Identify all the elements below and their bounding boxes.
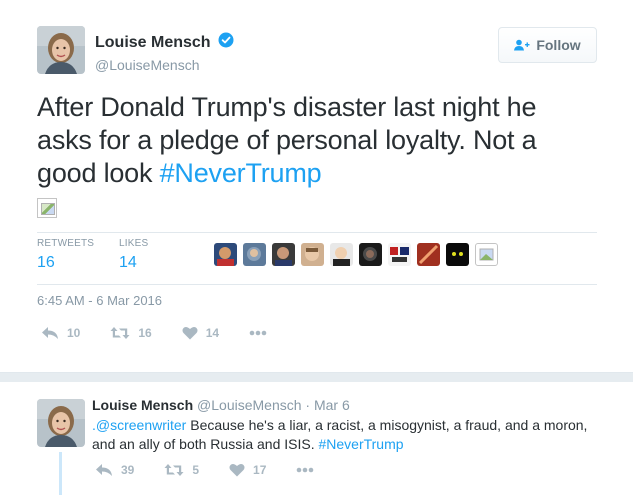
divider bbox=[37, 284, 597, 285]
follow-person-plus-icon bbox=[514, 39, 530, 51]
hashtag-link[interactable]: #NeverTrump bbox=[160, 158, 322, 188]
author-name-block: Louise Mensch @LouiseMensch bbox=[95, 32, 234, 73]
heart-icon bbox=[229, 463, 245, 477]
likes-value: 14 bbox=[119, 254, 137, 271]
reply-author-avatar[interactable] bbox=[37, 399, 85, 447]
divider bbox=[37, 232, 597, 233]
reply-author-name[interactable]: Louise Mensch bbox=[92, 397, 193, 413]
retweets-value: 16 bbox=[37, 254, 55, 271]
retweet-icon bbox=[110, 327, 130, 339]
reply-arrow-icon bbox=[96, 464, 112, 476]
reply-separator: · bbox=[301, 397, 314, 413]
reply-actions: 39 5 17 bbox=[95, 463, 352, 477]
like-count: 14 bbox=[205, 326, 220, 340]
reply-reply-button[interactable]: 39 bbox=[95, 463, 134, 477]
reply-date[interactable]: Mar 6 bbox=[314, 397, 350, 413]
follow-button[interactable]: Follow bbox=[498, 27, 597, 63]
retweets-stat[interactable]: RETWEETS 16 bbox=[37, 238, 94, 272]
liker-avatar[interactable] bbox=[301, 243, 324, 266]
author-screen-name[interactable]: @LouiseMensch bbox=[95, 57, 234, 73]
main-tweet: Louise Mensch @LouiseMensch Follow After… bbox=[0, 0, 633, 372]
retweet-count: 16 bbox=[138, 326, 152, 340]
more-dots-icon bbox=[297, 467, 314, 473]
follow-button-label: Follow bbox=[536, 37, 581, 53]
reply-hashtag-link[interactable]: #NeverTrump bbox=[318, 436, 403, 452]
liker-avatars bbox=[214, 243, 504, 266]
reply-screen-name[interactable]: @LouiseMensch bbox=[197, 397, 302, 413]
section-divider bbox=[0, 372, 633, 382]
liker-avatar[interactable] bbox=[243, 243, 266, 266]
heart-icon bbox=[182, 326, 198, 340]
reply-more-button[interactable] bbox=[296, 467, 322, 473]
verified-badge-icon bbox=[218, 32, 234, 53]
retweets-label: RETWEETS bbox=[37, 238, 95, 249]
liker-avatar[interactable] bbox=[388, 243, 411, 266]
reply-text: .@screenwriter Because he's a liar, a ra… bbox=[92, 416, 612, 454]
tweet-text: After Donald Trump's disaster last night… bbox=[37, 91, 597, 190]
likes-label: LIKES bbox=[119, 238, 149, 249]
broken-image-icon[interactable] bbox=[37, 198, 57, 218]
reply-button[interactable]: 10 bbox=[41, 326, 80, 340]
broken-image-icon[interactable] bbox=[475, 243, 498, 266]
likes-stat[interactable]: LIKES 14 bbox=[119, 238, 148, 272]
reply-retweet-count: 5 bbox=[192, 463, 200, 477]
liker-avatar[interactable] bbox=[446, 243, 469, 266]
reply-tweet[interactable]: Louise Mensch @LouiseMensch · Mar 6 .@sc… bbox=[0, 382, 633, 495]
reply-retweet-button[interactable]: 5 bbox=[164, 463, 199, 477]
reply-like-button[interactable]: 17 bbox=[229, 463, 266, 477]
liker-avatar[interactable] bbox=[359, 243, 382, 266]
author-avatar[interactable] bbox=[37, 26, 85, 74]
more-dots-icon bbox=[249, 330, 267, 336]
retweet-icon bbox=[164, 464, 184, 476]
tweet-actions: 10 16 14 bbox=[41, 326, 305, 340]
reply-arrow-icon bbox=[42, 327, 58, 339]
reply-like-count: 17 bbox=[253, 463, 267, 477]
tweet-timestamp[interactable]: 6:45 AM - 6 Mar 2016 bbox=[37, 293, 162, 308]
reply-reply-count: 39 bbox=[121, 463, 135, 477]
like-button[interactable]: 14 bbox=[182, 326, 219, 340]
mention-link[interactable]: .@screenwriter bbox=[92, 417, 186, 433]
liker-avatar[interactable] bbox=[330, 243, 353, 266]
retweet-button[interactable]: 16 bbox=[110, 326, 152, 340]
author-name[interactable]: Louise Mensch bbox=[95, 34, 211, 52]
reply-header: Louise Mensch @LouiseMensch · Mar 6 bbox=[92, 397, 350, 413]
reply-count: 10 bbox=[67, 326, 81, 340]
thread-line bbox=[59, 452, 62, 495]
liker-avatar[interactable] bbox=[417, 243, 440, 266]
liker-avatar[interactable] bbox=[272, 243, 295, 266]
liker-avatar[interactable] bbox=[214, 243, 237, 266]
more-button[interactable] bbox=[249, 330, 275, 336]
